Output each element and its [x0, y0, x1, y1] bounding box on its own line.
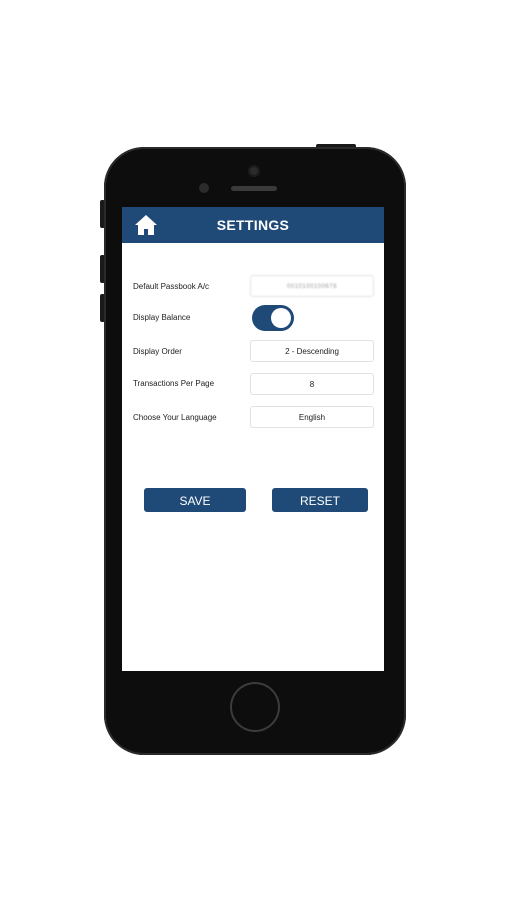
- language-select[interactable]: English: [250, 406, 374, 428]
- earpiece-speaker: [231, 186, 277, 191]
- display-order-label: Display Order: [133, 347, 182, 356]
- transactions-per-page-select[interactable]: 8: [250, 373, 374, 395]
- display-balance-toggle[interactable]: [252, 305, 294, 331]
- proximity-sensor: [199, 183, 209, 193]
- display-order-select[interactable]: 2 - Descending: [250, 340, 374, 362]
- default-passbook-field[interactable]: 0010100100678: [250, 275, 374, 297]
- transactions-per-page-label: Transactions Per Page: [133, 379, 215, 388]
- language-label: Choose Your Language: [133, 413, 217, 422]
- app-header: SETTINGS: [122, 207, 384, 243]
- save-button[interactable]: SAVE: [144, 488, 246, 512]
- page-title: SETTINGS: [216, 217, 290, 233]
- toggle-knob: [271, 308, 291, 328]
- reset-button[interactable]: RESET: [272, 488, 368, 512]
- stage: SETTINGS Default Passbook A/c 0010100100…: [0, 0, 507, 900]
- app-screen: SETTINGS Default Passbook A/c 0010100100…: [122, 207, 384, 671]
- front-camera: [248, 165, 260, 177]
- default-passbook-label: Default Passbook A/c: [133, 282, 210, 291]
- display-balance-label: Display Balance: [133, 313, 191, 322]
- device-home-button[interactable]: [230, 682, 280, 732]
